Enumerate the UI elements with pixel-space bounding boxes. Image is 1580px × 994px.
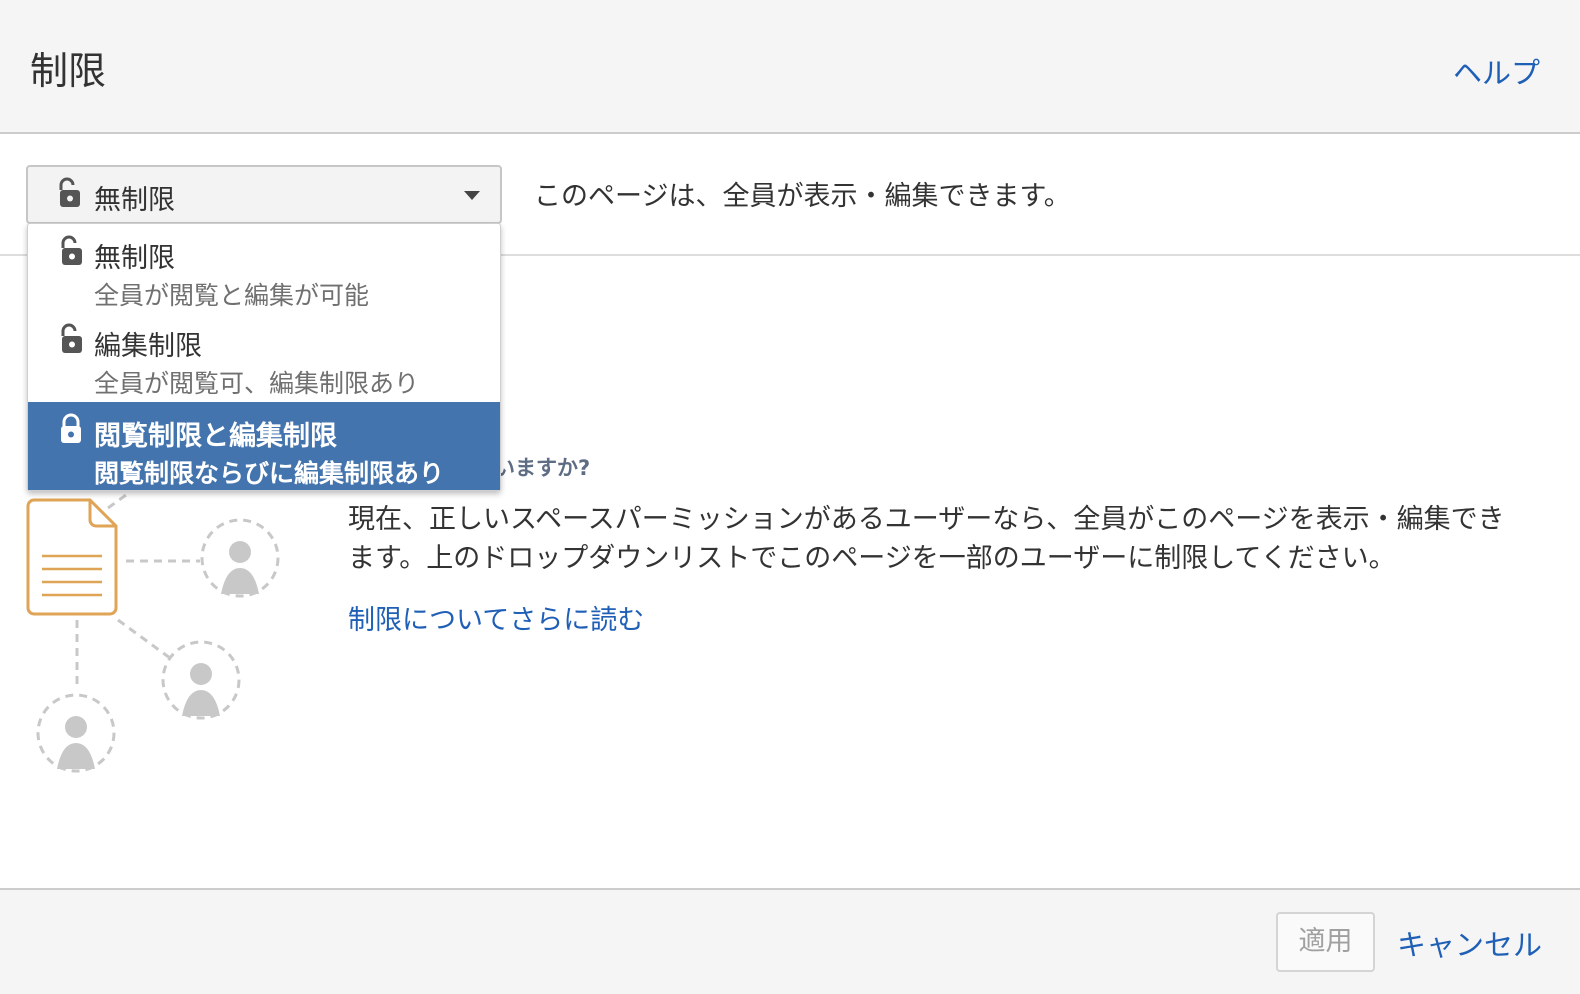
option-description: 閲覧制限ならびに編集制限あり [94,459,445,488]
user-icon [221,541,259,594]
cancel-link[interactable]: キャンセル [1397,922,1542,964]
unlocked-icon [58,323,84,359]
help-link[interactable]: ヘルプ [1453,50,1540,92]
restriction-dropdown-menu: 無制限 全員が閲覧と編集が可能 編集制限 全員が閲覧可、編集制限あり 閲覧制限と… [27,223,501,491]
dialog-footer: 適用 キャンセル [0,888,1580,994]
restriction-status-text: このページは、全員が表示・編集できます。 [534,181,1071,212]
restriction-select[interactable]: 無制限 [26,165,502,224]
dropdown-option-no-restrictions[interactable]: 無制限 全員が閲覧と編集が可能 [28,224,500,312]
dialog-title: 制限 [30,49,107,93]
selected-option-label: 無制限 [94,185,175,216]
unlocked-icon [58,235,84,271]
dropdown-option-view-and-edit-restricted[interactable]: 閲覧制限と編集制限 閲覧制限ならびに編集制限あり [28,402,500,490]
sharing-illustration [20,490,300,794]
chevron-down-icon [464,191,480,200]
dropdown-option-edit-restricted[interactable]: 編集制限 全員が閲覧可、編集制限あり [28,312,500,400]
option-label: 閲覧制限と編集制限 [94,421,337,452]
read-more-link[interactable]: 制限についてさらに読む [348,598,644,637]
info-description: 現在、正しいスペースパーミッションがあるユーザーなら、全員がこのページを表示・編… [348,504,1505,574]
unlocked-icon [56,177,82,213]
apply-button[interactable]: 適用 [1276,912,1375,972]
user-icon [182,663,220,716]
option-description: 全員が閲覧可、編集制限あり [94,369,420,398]
option-description: 全員が閲覧と編集が可能 [94,281,370,310]
locked-icon [58,413,84,449]
dialog-header: 制限 ヘルプ [0,0,1580,134]
option-label: 無制限 [94,243,175,274]
user-icon [57,716,95,769]
document-icon [26,498,118,616]
option-label: 編集制限 [94,331,202,362]
